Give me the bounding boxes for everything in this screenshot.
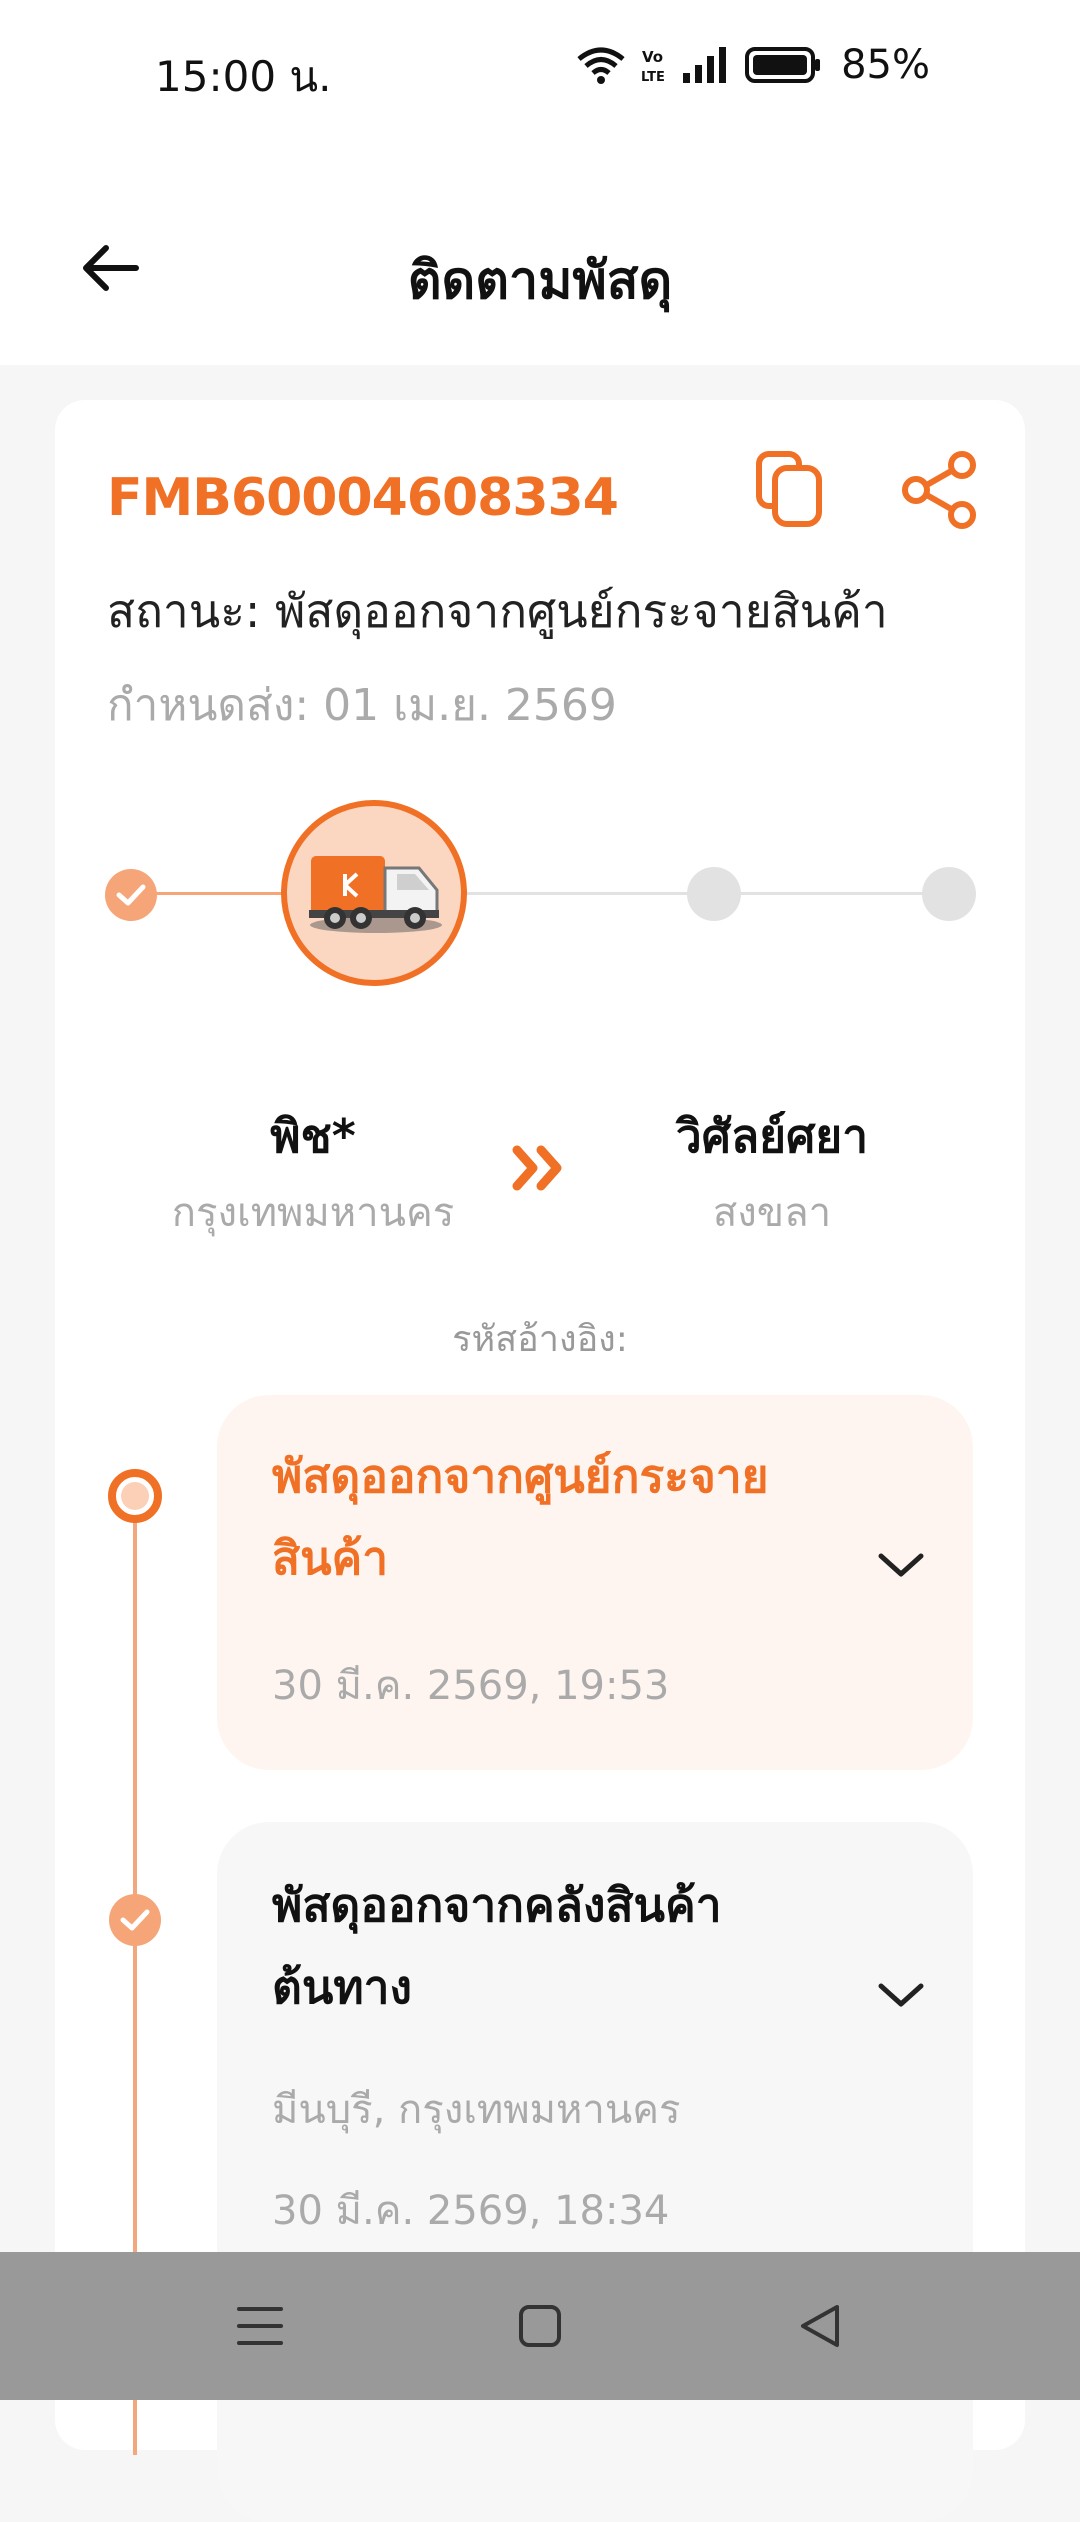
status-time: 15:00 น.	[155, 52, 332, 101]
tracking-number: FMB60004608334	[107, 468, 619, 528]
svg-text:LTE: LTE	[641, 70, 665, 85]
delivery-truck-icon	[281, 800, 467, 986]
receiver-city: สงขลา	[712, 1190, 832, 1236]
timeline-active-dot	[108, 1469, 162, 1523]
double-chevron-right-icon	[512, 1145, 562, 1191]
due-date: กำหนดส่ง: 01 เม.ย. 2569	[107, 680, 617, 731]
progress-stepper	[105, 795, 977, 995]
timeline-location: มีนบุรี, กรุงเทพมหานคร	[272, 2087, 681, 2133]
sender-name: พิช*	[270, 1109, 356, 1163]
timeline-item[interactable]: พัสดุออกจากศูนย์กระจาย สินค้า 30 มี.ค. 2…	[217, 1395, 973, 1770]
tracking-card: FMB60004608334 สถานะ: พัสดุออกจากศูนย์กร…	[55, 400, 1025, 2522]
menu-icon[interactable]	[235, 2301, 285, 2351]
chevron-down-icon[interactable]	[877, 1550, 925, 1580]
back-triangle-icon[interactable]	[795, 2301, 845, 2351]
battery-icon	[745, 47, 821, 83]
signal-icon	[683, 47, 727, 83]
timeline-title-line2: ต้นทาง	[272, 1960, 412, 2014]
battery-percent: 85%	[841, 42, 930, 88]
step-pending-4	[922, 867, 976, 921]
timeline-check-dot	[109, 1894, 161, 1946]
timeline-datetime: 30 มี.ค. 2569, 18:34	[272, 2188, 670, 2234]
status-bar: 15:00 น. Vo LTE 85%	[0, 0, 1080, 140]
home-icon[interactable]	[515, 2301, 565, 2351]
chevron-down-icon[interactable]	[877, 1980, 925, 2010]
step-done-icon	[105, 869, 157, 921]
receiver-name: วิศัลย์ศยา	[675, 1109, 869, 1163]
timeline-datetime: 30 มี.ค. 2569, 19:53	[272, 1663, 670, 1709]
system-nav-bar	[0, 2252, 1080, 2400]
svg-text:Vo: Vo	[642, 48, 663, 66]
copy-button[interactable]	[755, 450, 825, 530]
copy-icon	[756, 451, 822, 527]
shipment-status: สถานะ: พัสดุออกจากศูนย์กระจายสินค้า	[107, 584, 888, 638]
timeline-title-line1: พัสดุออกจากคลังสินค้า	[272, 1878, 722, 1932]
timeline-item[interactable]: พัสดุออกจากคลังสินค้า ต้นทาง มีนบุรี, กร…	[217, 1822, 973, 2522]
timeline-title-line1: พัสดุออกจากศูนย์กระจาย	[272, 1449, 769, 1503]
reference-label: รหัสอ้างอิง:	[452, 1319, 628, 1360]
timeline-title-line2: สินค้า	[272, 1531, 389, 1585]
step-pending-3	[687, 867, 741, 921]
share-icon	[902, 451, 976, 529]
sender-city: กรุงเทพมหานคร	[171, 1190, 455, 1236]
share-button[interactable]	[900, 450, 980, 530]
wifi-icon	[577, 47, 625, 84]
volte-icon: Vo LTE	[641, 48, 665, 85]
app-header: ติดตามพัสดุ	[0, 140, 1080, 365]
route-info: พิช* กรุงเทพมหานคร วิศัลย์ศยา สงขลา	[55, 1100, 1025, 1250]
status-icons: Vo LTE 85%	[575, 42, 930, 88]
page-title: ติดตามพัสดุ	[407, 251, 673, 311]
